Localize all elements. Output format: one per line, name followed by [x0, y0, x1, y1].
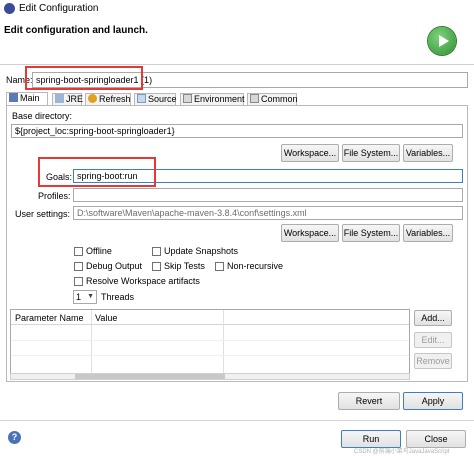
table-header: Parameter Name Value — [11, 310, 409, 376]
skip-tests-label: Skip Tests — [164, 261, 205, 271]
add-parameter-button[interactable]: Add... — [414, 310, 452, 326]
offline-checkbox[interactable] — [74, 247, 83, 256]
resolve-workspace-checkbox[interactable] — [74, 277, 83, 286]
common-icon — [250, 94, 259, 103]
table-row — [11, 340, 409, 341]
variables-button-1[interactable]: Variables... — [403, 144, 453, 162]
horizontal-scrollbar[interactable] — [10, 373, 410, 380]
apply-button[interactable]: Apply — [403, 392, 463, 410]
environment-icon — [183, 94, 192, 103]
non-recursive-label: Non-recursive — [227, 261, 284, 271]
non-recursive-checkbox[interactable] — [215, 262, 224, 271]
file-system-button-2[interactable]: File System... — [342, 224, 400, 242]
title-bar: Edit Configuration — [0, 0, 474, 18]
column-header-value[interactable]: Value — [95, 313, 117, 323]
threads-spinner[interactable]: 1 ▼ — [73, 290, 97, 304]
offline-label: Offline — [86, 246, 112, 256]
skip-tests-checkbox[interactable] — [152, 262, 161, 271]
threads-value: 1 — [76, 292, 82, 302]
main-tab-icon — [9, 93, 18, 102]
variables-button-2[interactable]: Variables... — [403, 224, 453, 242]
revert-button[interactable]: Revert — [338, 392, 400, 410]
update-snapshots-checkbox[interactable] — [152, 247, 161, 256]
base-directory-field[interactable]: ${project_loc:spring-boot-springloader1} — [11, 124, 463, 138]
refresh-icon — [88, 94, 97, 103]
workspace-button-2[interactable]: Workspace... — [281, 224, 339, 242]
user-settings-label: User settings: — [15, 209, 71, 219]
source-icon — [137, 94, 146, 103]
base-directory-label: Base directory: — [12, 111, 73, 121]
jre-icon — [55, 94, 64, 103]
resolve-workspace-label: Resolve Workspace artifacts — [86, 276, 200, 286]
threads-label: Threads — [101, 292, 135, 302]
dialog-subtitle: Edit configuration and launch. — [4, 25, 148, 36]
workspace-button-1[interactable]: Workspace... — [281, 144, 339, 162]
debug-output-checkbox[interactable] — [74, 262, 83, 271]
run-launch-icon — [428, 27, 456, 55]
debug-output-label: Debug Output — [86, 261, 143, 271]
tab-main[interactable]: Main — [6, 92, 48, 106]
parameters-table[interactable]: Parameter Name Value — [10, 309, 410, 376]
profiles-label: Profiles: — [38, 191, 71, 201]
watermark: CSDN @前端小菜鸟JavaJavaScript — [354, 449, 450, 455]
scrollbar-thumb[interactable] — [75, 374, 225, 379]
column-header-parameter-name[interactable]: Parameter Name — [15, 313, 84, 323]
header-divider — [0, 64, 474, 65]
eclipse-icon — [4, 3, 15, 14]
column-divider — [223, 310, 224, 376]
user-settings-field[interactable]: D:\software\Maven\apache-maven-3.8.4\con… — [73, 206, 463, 220]
column-divider — [91, 310, 92, 376]
footer-divider — [0, 420, 474, 421]
window-title: Edit Configuration — [19, 3, 99, 14]
goals-highlight — [38, 157, 156, 187]
update-snapshots-label: Update Snapshots — [164, 246, 239, 256]
help-icon[interactable]: ? — [8, 431, 21, 444]
profiles-field[interactable] — [73, 188, 463, 202]
table-row — [11, 355, 409, 356]
remove-parameter-button[interactable]: Remove — [414, 353, 452, 369]
name-highlight — [25, 66, 143, 90]
chevron-down-icon: ▼ — [87, 293, 94, 300]
file-system-button-1[interactable]: File System... — [342, 144, 400, 162]
help-icon-glyph: ? — [11, 432, 18, 442]
edit-parameter-button[interactable]: Edit... — [414, 332, 452, 348]
